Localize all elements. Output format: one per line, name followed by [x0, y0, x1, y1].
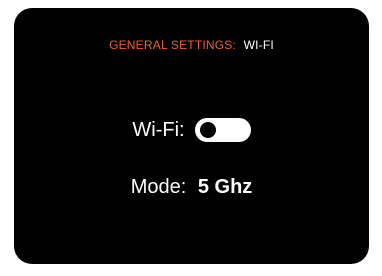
settings-screen: GENERAL SETTINGS: WI-FI Wi-Fi: Mode: 5 G…: [14, 8, 369, 264]
breadcrumb: GENERAL SETTINGS: WI-FI: [14, 38, 369, 52]
wifi-toggle[interactable]: [194, 118, 251, 142]
wifi-setting-row: Wi-Fi:: [14, 116, 369, 144]
breadcrumb-section: GENERAL SETTINGS:: [109, 38, 237, 52]
mode-value[interactable]: 5 Ghz: [198, 176, 252, 198]
wifi-label: Wi-Fi:: [132, 118, 185, 141]
breadcrumb-page: WI-FI: [243, 38, 274, 52]
mode-label: Mode:: [130, 176, 187, 198]
toggle-knob: [199, 122, 216, 138]
mode-setting-row[interactable]: Mode: 5 Ghz: [14, 176, 369, 199]
